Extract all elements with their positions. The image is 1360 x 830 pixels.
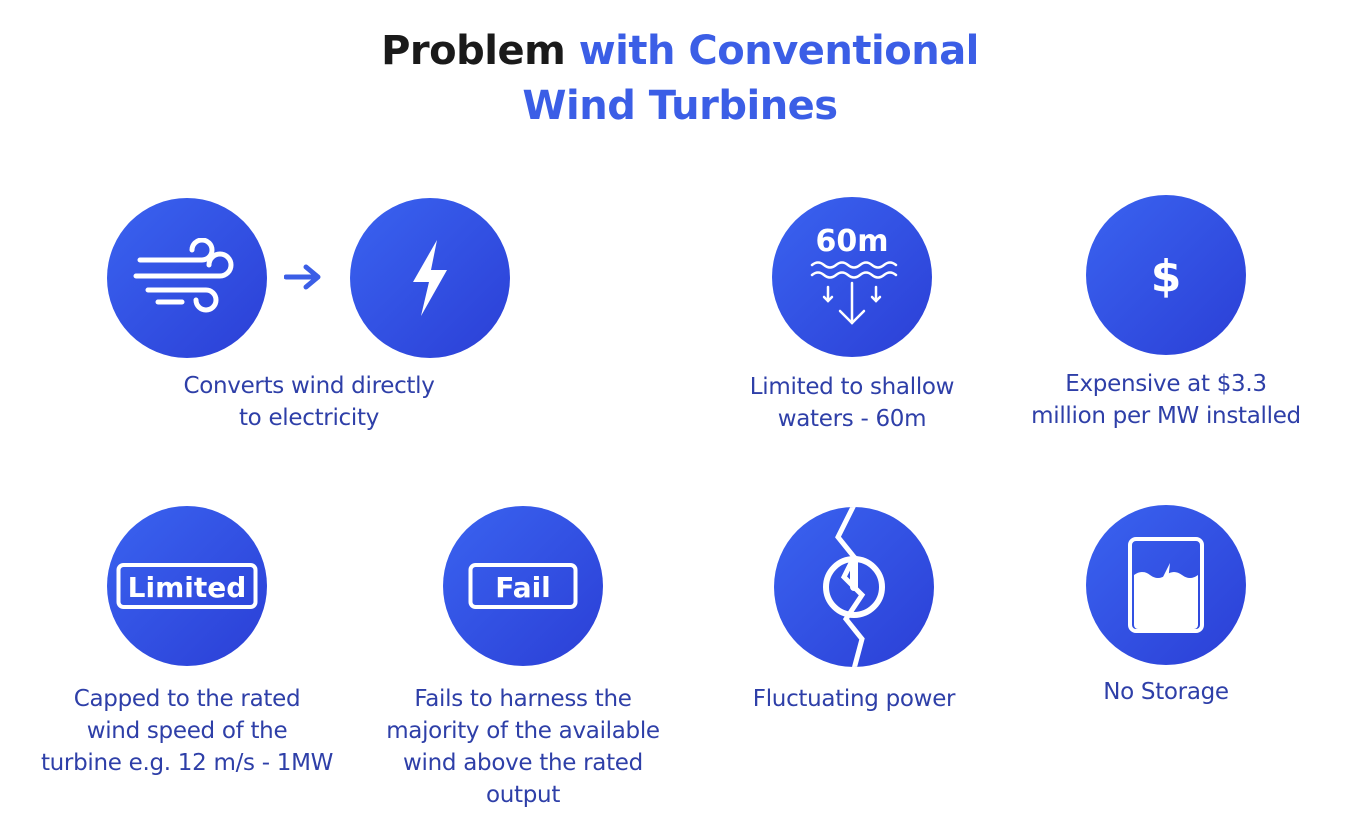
caption-line: Fluctuating power bbox=[752, 686, 956, 712]
caption-line: Capped to the rated bbox=[73, 686, 301, 712]
title-part-problem: Problem bbox=[381, 28, 566, 74]
title-part-wind-turbines: Wind Turbines bbox=[522, 83, 838, 129]
dollar-icon: $ bbox=[1151, 251, 1182, 302]
lightning-bolt-icon bbox=[413, 240, 447, 316]
caption-fails: Fails to harness the majority of the ava… bbox=[358, 683, 688, 811]
caption-shallow-water: Limited to shallow waters - 60m bbox=[687, 371, 1017, 435]
caption-line: to electricity bbox=[238, 405, 380, 431]
caption-line: Expensive at $3.3 bbox=[1065, 371, 1267, 397]
caption-no-storage: No Storage bbox=[1001, 676, 1331, 708]
caption-line: waters - 60m bbox=[777, 406, 927, 432]
storage-circle bbox=[1086, 505, 1246, 665]
caption-line: Converts wind directly bbox=[183, 373, 435, 399]
wind-icon bbox=[133, 238, 234, 313]
broken-power-icon bbox=[823, 507, 885, 667]
water-depth-label: 60m bbox=[815, 224, 888, 259]
dollar-circle: $ bbox=[1086, 195, 1246, 355]
caption-line: No Storage bbox=[1103, 679, 1229, 705]
caption-converts-wind: Converts wind directly to electricity bbox=[144, 370, 474, 434]
caption-line: wind above the rated bbox=[403, 750, 643, 776]
battery-storage-icon bbox=[1128, 537, 1204, 633]
title-part-conventional: with Conventional bbox=[578, 28, 980, 74]
caption-line: wind speed of the bbox=[86, 718, 288, 744]
fail-badge-text: Fail bbox=[495, 571, 551, 604]
dollar-symbol: $ bbox=[1151, 251, 1182, 302]
caption-line: majority of the available bbox=[386, 718, 660, 744]
caption-expensive: Expensive at $3.3 million per MW install… bbox=[1001, 368, 1331, 432]
power-circle bbox=[774, 507, 934, 667]
limited-badge-text: Limited bbox=[128, 571, 247, 604]
page-title: Problem with Conventional Wind Turbines bbox=[0, 24, 1360, 134]
caption-line: output bbox=[485, 782, 561, 808]
limited-badge-icon: Limited bbox=[116, 563, 258, 609]
caption-line: Fails to harness the bbox=[414, 686, 632, 712]
water-depth-circle: 60m bbox=[772, 197, 932, 357]
fail-badge-icon: Fail bbox=[468, 563, 578, 609]
caption-line: Limited to shallow bbox=[749, 374, 955, 400]
water-depth-icon: 60m bbox=[810, 224, 898, 325]
caption-line: turbine e.g. 12 m/s - 1MW bbox=[40, 750, 334, 776]
caption-capped: Capped to the rated wind speed of the tu… bbox=[22, 683, 352, 779]
arrow-right-icon bbox=[283, 262, 324, 296]
wind-circle bbox=[107, 198, 267, 358]
caption-line: million per MW installed bbox=[1031, 403, 1301, 429]
caption-fluctuating: Fluctuating power bbox=[689, 683, 1019, 715]
fail-circle: Fail bbox=[443, 506, 603, 666]
limited-circle: Limited bbox=[107, 506, 267, 666]
electricity-circle bbox=[350, 198, 510, 358]
